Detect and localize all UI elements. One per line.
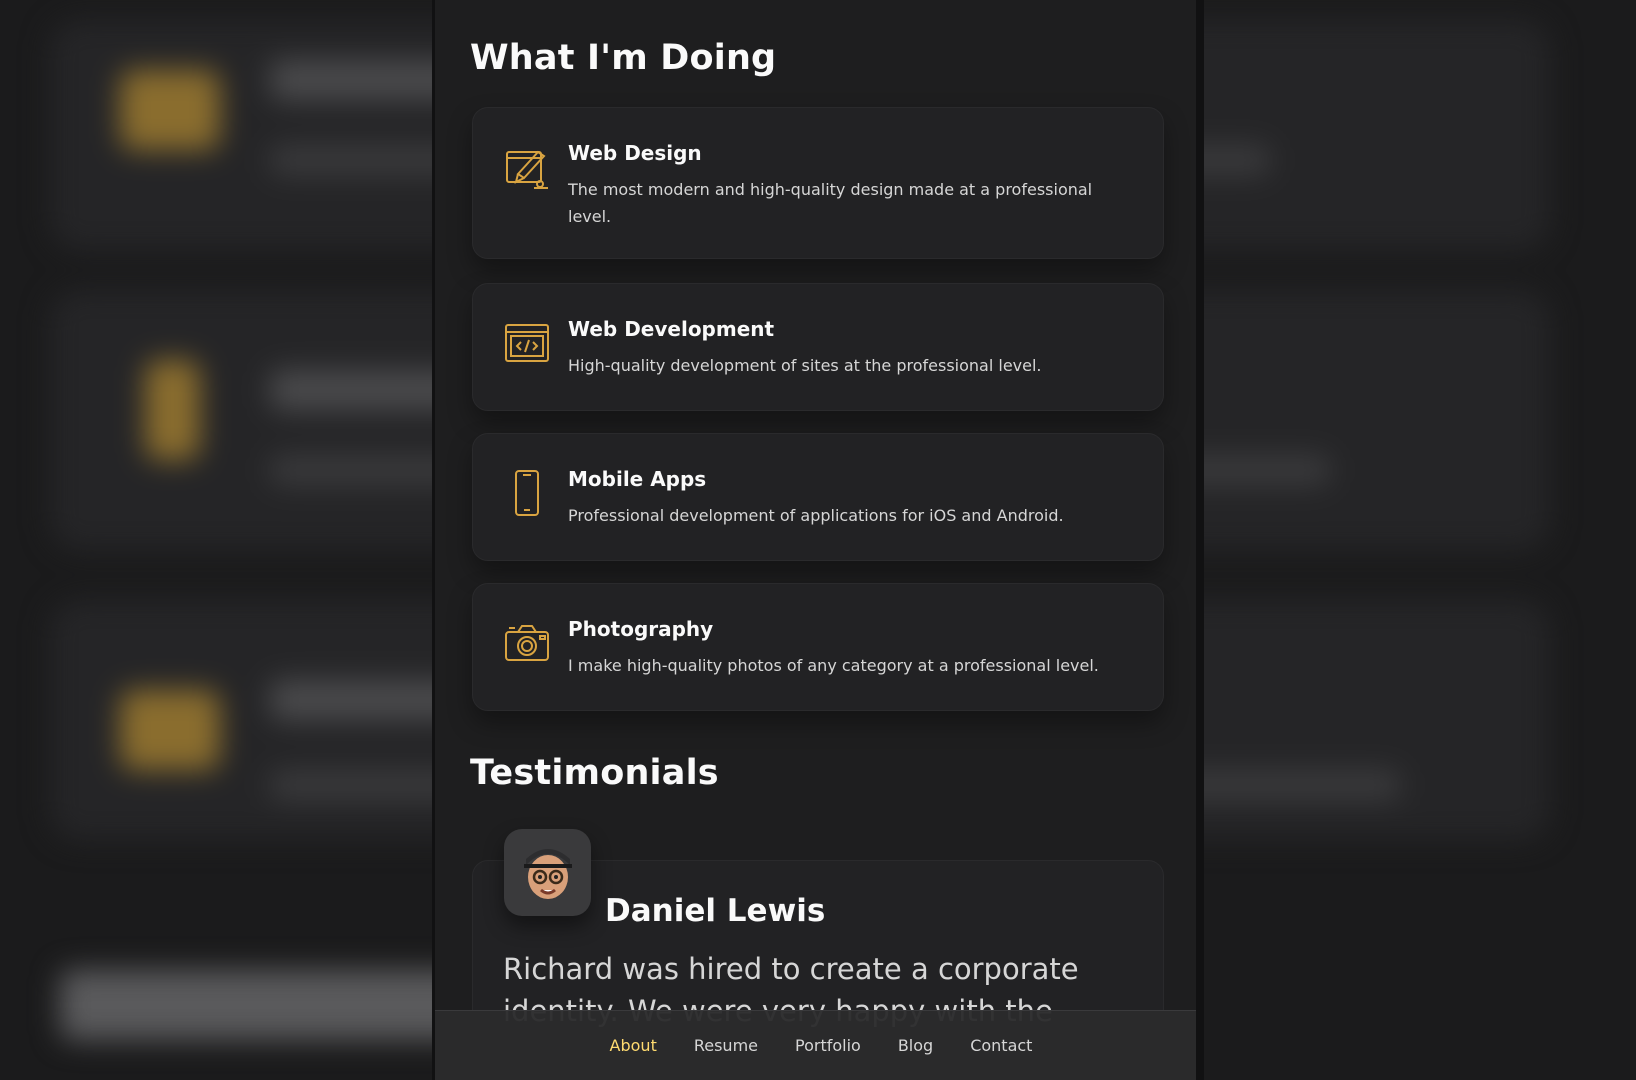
services-title: What I'm Doing xyxy=(470,38,777,78)
nav-about[interactable]: About xyxy=(610,1036,657,1055)
service-card-photography: Photography I make high-quality photos o… xyxy=(472,583,1164,711)
service-title: Photography xyxy=(568,617,714,641)
dev-icon xyxy=(505,324,549,362)
app-icon xyxy=(515,470,539,516)
camera-icon xyxy=(505,625,549,661)
service-card-web-development: Web Development High-quality development… xyxy=(472,283,1164,411)
service-text: High-quality development of sites at the… xyxy=(568,356,1042,375)
avatar xyxy=(504,829,591,916)
memoji-avatar-icon xyxy=(524,849,572,899)
service-title: Mobile Apps xyxy=(568,467,707,491)
nav-portfolio[interactable]: Portfolio xyxy=(795,1036,861,1055)
service-title: Web Design xyxy=(568,141,702,165)
nav-blog[interactable]: Blog xyxy=(898,1036,933,1055)
testimonials-title: Testimonials xyxy=(470,753,719,793)
design-icon xyxy=(506,150,548,189)
service-text: The most modern and high-quality design … xyxy=(568,180,1093,226)
service-card-mobile-apps: Mobile Apps Professional development of … xyxy=(472,433,1164,561)
bottom-navbar: About Resume Portfolio Blog Contact xyxy=(435,1010,1196,1080)
nav-resume[interactable]: Resume xyxy=(694,1036,758,1055)
service-card-web-design: Web Design The most modern and high-qual… xyxy=(472,107,1164,259)
nav-contact[interactable]: Contact xyxy=(970,1036,1032,1055)
service-text: I make high-quality photos of any catego… xyxy=(568,656,1099,675)
service-text: Professional development of applications… xyxy=(568,506,1064,525)
testimonial-name: Daniel Lewis xyxy=(605,893,826,929)
mobile-page-panel: What I'm Doing Web Design The most moder… xyxy=(432,0,1204,1080)
service-title: Web Development xyxy=(568,317,775,341)
